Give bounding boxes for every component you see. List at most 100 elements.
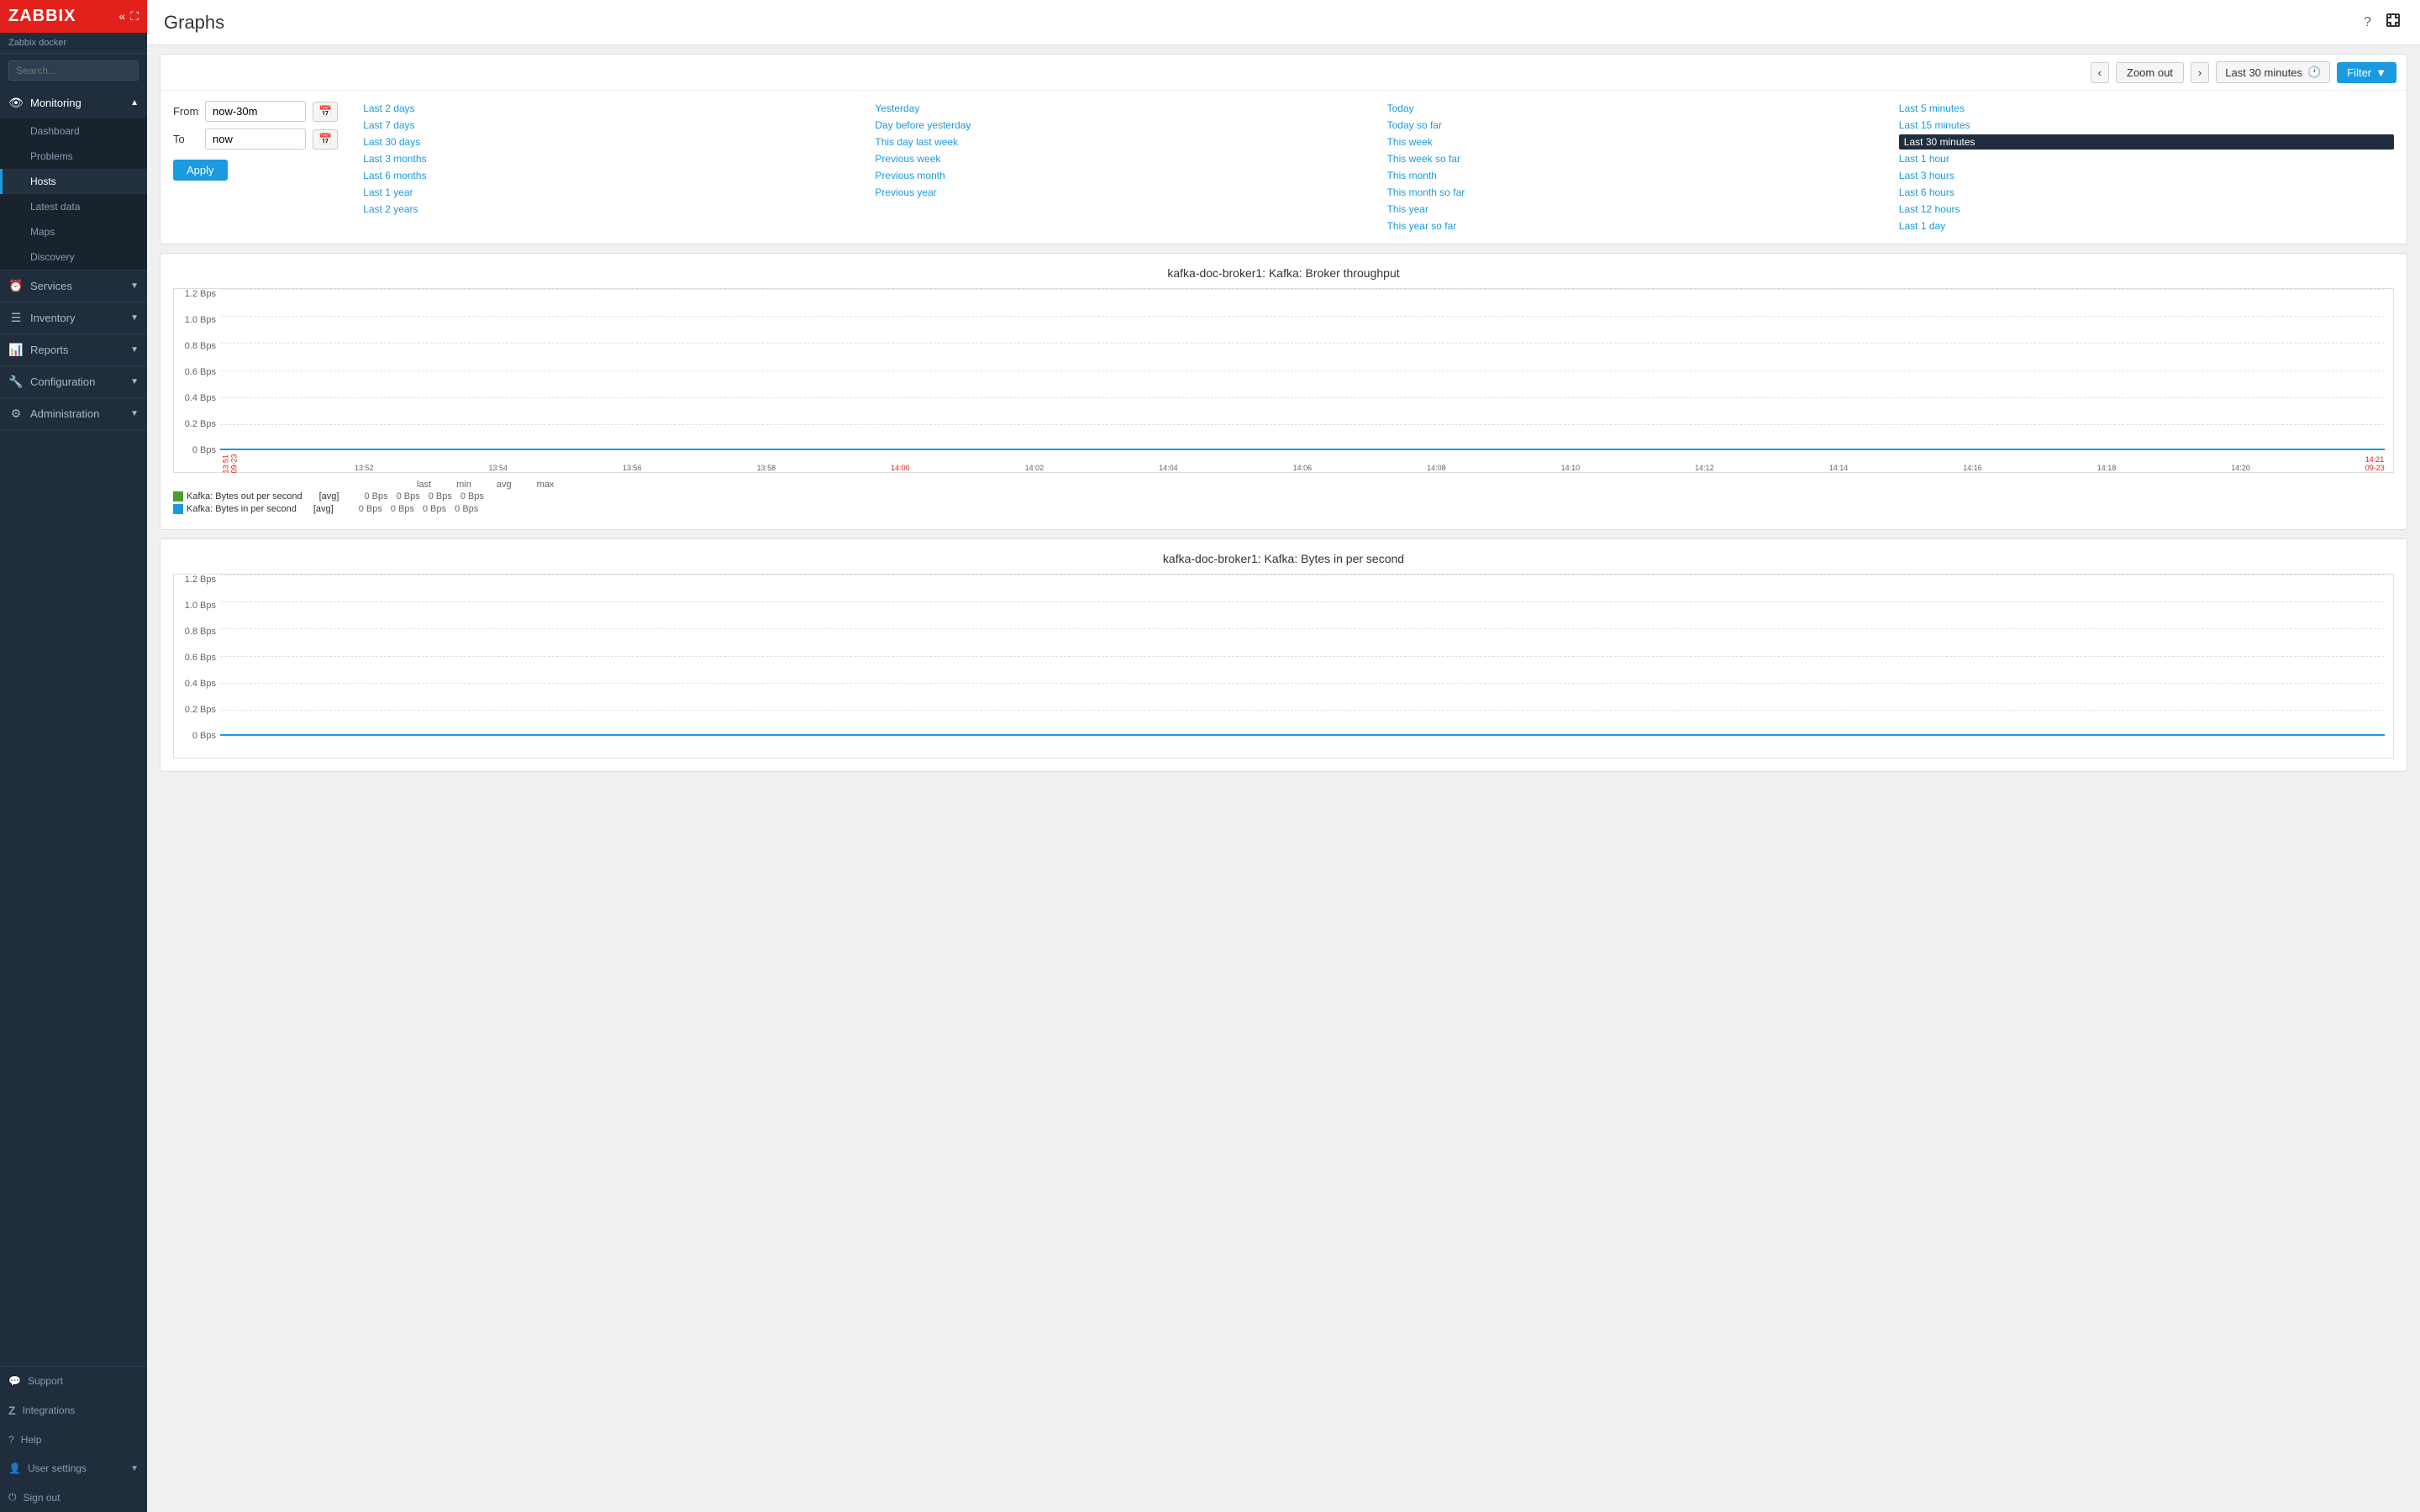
quick-link-thisyearsofar[interactable]: This year so far bbox=[1387, 218, 1882, 234]
quick-link-last30min[interactable]: Last 30 minutes bbox=[1899, 134, 2394, 150]
graph-1-title: kafka-doc-broker1: Kafka: Broker through… bbox=[173, 266, 2394, 280]
quick-link-last5min[interactable]: Last 5 minutes bbox=[1899, 101, 2394, 116]
quick-link-last1year[interactable]: Last 1 year bbox=[363, 185, 858, 200]
sidebar-section-header-services[interactable]: ⏰ Services ▼ bbox=[0, 270, 147, 302]
quick-link-last6hours[interactable]: Last 6 hours bbox=[1899, 185, 2394, 200]
from-input[interactable] bbox=[205, 101, 306, 122]
to-input[interactable] bbox=[205, 129, 306, 150]
graph-2-title: kafka-doc-broker1: Kafka: Bytes in per s… bbox=[173, 552, 2394, 565]
quick-link-last3months[interactable]: Last 3 months bbox=[363, 151, 858, 166]
quick-link-daybefore[interactable]: Day before yesterday bbox=[875, 118, 1370, 133]
graph-2-plot bbox=[220, 575, 2385, 737]
filter-button[interactable]: Filter ▼ bbox=[2337, 62, 2396, 83]
sidebar-bottom: 💬 Support Z Integrations ? Help 👤 User s… bbox=[0, 1366, 147, 1512]
page-title: Graphs bbox=[164, 12, 224, 34]
quick-link-today[interactable]: Today bbox=[1387, 101, 1882, 116]
zoom-out-button[interactable]: Zoom out bbox=[2116, 62, 2184, 83]
sidebar-section-inventory: ☰ Inventory ▼ bbox=[0, 302, 147, 334]
quick-link-last2days[interactable]: Last 2 days bbox=[363, 101, 858, 116]
quick-link-last1hour[interactable]: Last 1 hour bbox=[1899, 151, 2394, 166]
sidebar-item-sign-out[interactable]: ⏻ Sign out bbox=[0, 1483, 147, 1512]
integrations-icon: Z bbox=[8, 1404, 16, 1417]
zoom-next-button[interactable]: › bbox=[2191, 62, 2209, 83]
sidebar-item-hosts[interactable]: Hosts bbox=[0, 169, 147, 194]
sidebar-item-discovery[interactable]: Discovery bbox=[0, 244, 147, 270]
sidebar-section-header-monitoring[interactable]: 👁 Monitoring ▲ bbox=[0, 87, 147, 118]
graph-1-plot bbox=[220, 289, 2385, 451]
user-settings-icon: 👤 bbox=[8, 1462, 21, 1474]
apply-button[interactable]: Apply bbox=[173, 160, 228, 181]
instance-name: Zabbix docker bbox=[0, 33, 147, 54]
quick-link-last15min[interactable]: Last 15 minutes bbox=[1899, 118, 2394, 133]
help-header-icon[interactable]: ? bbox=[2360, 12, 2375, 34]
fullscreen-icon[interactable]: ⛶ bbox=[130, 9, 139, 24]
quick-link-last6months[interactable]: Last 6 months bbox=[363, 168, 858, 183]
sidebar-label-services: Services bbox=[30, 280, 124, 292]
sidebar-section-header-reports[interactable]: 📊 Reports ▼ bbox=[0, 334, 147, 365]
sidebar-item-maps[interactable]: Maps bbox=[0, 219, 147, 244]
sidebar-item-user-settings[interactable]: 👤 User settings ▼ bbox=[0, 1454, 147, 1483]
fullscreen-header-icon[interactable] bbox=[2383, 10, 2403, 34]
administration-chevron-icon: ▼ bbox=[130, 409, 139, 418]
to-label: To bbox=[173, 133, 198, 145]
zoom-prev-button[interactable]: ‹ bbox=[2091, 62, 2109, 83]
services-chevron-icon: ▼ bbox=[130, 281, 139, 291]
sidebar-section-header-administration[interactable]: ⚙ Administration ▼ bbox=[0, 398, 147, 429]
zabbix-logo[interactable]: ZABBIX bbox=[8, 7, 76, 26]
quick-link-prevmonth[interactable]: Previous month bbox=[875, 168, 1370, 183]
quick-link-todaysofar[interactable]: Today so far bbox=[1387, 118, 1882, 133]
quick-link-last1day[interactable]: Last 1 day bbox=[1899, 218, 2394, 234]
sidebar-item-dashboard[interactable]: Dashboard bbox=[0, 118, 147, 144]
quick-link-thismonth[interactable]: This month bbox=[1387, 168, 1882, 183]
reports-icon: 📊 bbox=[8, 343, 24, 357]
quick-link-thisweeksofar[interactable]: This week so far bbox=[1387, 151, 1882, 166]
sidebar-item-support[interactable]: 💬 Support bbox=[0, 1367, 147, 1395]
quick-link-last3hours[interactable]: Last 3 hours bbox=[1899, 168, 2394, 183]
graph-2-container: kafka-doc-broker1: Kafka: Bytes in per s… bbox=[160, 538, 2407, 772]
filter-label: Filter bbox=[2347, 66, 2371, 79]
legend-row-2: Kafka: Bytes in per second [avg] 0 Bps 0… bbox=[173, 504, 2394, 514]
graph-2-area[interactable]: 1.2 Bps 1.0 Bps 0.8 Bps 0.6 Bps 0.4 Bps … bbox=[173, 574, 2394, 759]
sidebar-section-monitoring: 👁 Monitoring ▲ Dashboard Problems Hosts … bbox=[0, 87, 147, 270]
quick-link-last12hours[interactable]: Last 12 hours bbox=[1899, 202, 2394, 217]
sidebar-item-latest-data[interactable]: Latest data bbox=[0, 194, 147, 219]
search-input[interactable] bbox=[8, 60, 139, 81]
sidebar-header: ZABBIX « ⛶ bbox=[0, 0, 147, 33]
legend-type-1: [avg] bbox=[319, 491, 339, 501]
to-row: To 📅 bbox=[173, 129, 338, 150]
sidebar-item-help[interactable]: ? Help bbox=[0, 1425, 147, 1454]
legend-row-1: Kafka: Bytes out per second [avg] 0 Bps … bbox=[173, 491, 2394, 501]
quick-link-yesterday[interactable]: Yesterday bbox=[875, 101, 1370, 116]
sidebar-controls: « ⛶ bbox=[118, 9, 139, 24]
legend-type-2: [avg] bbox=[313, 504, 334, 514]
support-icon: 💬 bbox=[8, 1375, 21, 1387]
quick-link-last30days[interactable]: Last 30 days bbox=[363, 134, 858, 150]
quick-link-prevweek[interactable]: Previous week bbox=[875, 151, 1370, 166]
graph-2-y-axis: 1.2 Bps 1.0 Bps 0.8 Bps 0.6 Bps 0.4 Bps … bbox=[174, 575, 220, 741]
quick-link-thisdaylastweek[interactable]: This day last week bbox=[875, 134, 1370, 150]
legend-label-1: Kafka: Bytes out per second bbox=[187, 491, 302, 501]
sidebar-item-problems[interactable]: Problems bbox=[0, 144, 147, 169]
quick-link-thismonthsofar[interactable]: This month so far bbox=[1387, 185, 1882, 200]
sidebar-label-administration: Administration bbox=[30, 407, 124, 420]
from-calendar-button[interactable]: 📅 bbox=[313, 102, 338, 122]
quick-link-last7days[interactable]: Last 7 days bbox=[363, 118, 858, 133]
monitoring-icon: 👁 bbox=[8, 96, 24, 110]
collapse-sidebar-icon[interactable]: « bbox=[118, 9, 125, 24]
main-header: Graphs ? bbox=[147, 0, 2420, 45]
sign-out-icon: ⏻ bbox=[8, 1491, 17, 1504]
from-label: From bbox=[173, 105, 198, 118]
quick-link-thisweek[interactable]: This week bbox=[1387, 134, 1882, 150]
quick-link-thisyear[interactable]: This year bbox=[1387, 202, 1882, 217]
graph-1-area[interactable]: 1.2 Bps 1.0 Bps 0.8 Bps 0.6 Bps 0.4 Bps … bbox=[173, 288, 2394, 473]
legend-color-2 bbox=[173, 504, 183, 514]
monitoring-sub-items: Dashboard Problems Hosts Latest data Map… bbox=[0, 118, 147, 270]
graph-1-x-axis: 13:5109-23 13:52 13:54 13:56 13:58 14:00… bbox=[220, 451, 2385, 472]
quick-link-prevyear[interactable]: Previous year bbox=[875, 185, 1370, 200]
sidebar-item-integrations[interactable]: Z Integrations bbox=[0, 1395, 147, 1425]
graph-1-y-axis: 1.2 Bps 1.0 Bps 0.8 Bps 0.6 Bps 0.4 Bps … bbox=[174, 289, 220, 455]
quick-link-last2years[interactable]: Last 2 years bbox=[363, 202, 858, 217]
sidebar-section-header-inventory[interactable]: ☰ Inventory ▼ bbox=[0, 302, 147, 333]
sidebar-section-header-configuration[interactable]: 🔧 Configuration ▼ bbox=[0, 366, 147, 397]
to-calendar-button[interactable]: 📅 bbox=[313, 129, 338, 150]
